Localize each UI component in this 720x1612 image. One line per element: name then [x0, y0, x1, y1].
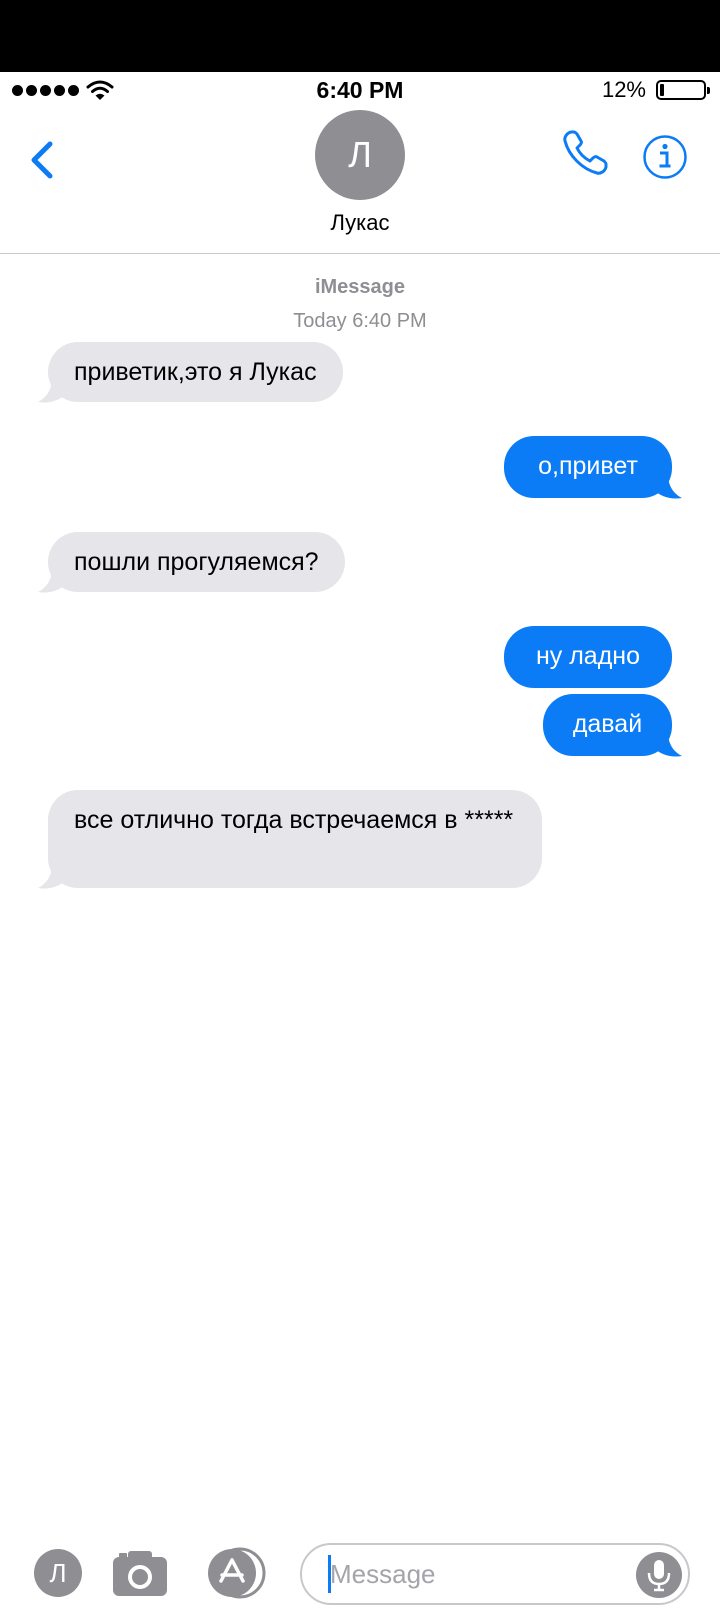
battery-icon [656, 80, 710, 100]
message-bubble-incoming[interactable]: приветик,это я Лукас [48, 342, 343, 402]
app-store-button[interactable] [204, 1547, 272, 1599]
sender-initial: Л [49, 1557, 67, 1588]
message-text: ну ладно [535, 642, 641, 670]
service-label: iMessage [314, 276, 406, 298]
bubble-tail [654, 732, 682, 757]
message-bubble-incoming[interactable]: все отлично тогда встречаемся в ***** [48, 790, 542, 888]
contact-initial: Л [348, 134, 372, 175]
message-bubble-incoming[interactable]: пошли прогуляемся? [48, 532, 345, 592]
top-black-band [0, 0, 720, 72]
phone-icon [563, 130, 608, 175]
message-text: приветик,это я Лукас [74, 358, 317, 386]
bubble-tail [38, 378, 66, 403]
camera-button[interactable] [112, 1549, 168, 1597]
message-text: пошли прогуляемся? [74, 548, 319, 576]
call-button[interactable] [560, 128, 610, 178]
message-input[interactable] [328, 1553, 612, 1595]
message-text: все отлично тогда встречаемся в ***** [74, 806, 514, 834]
conversation-timestamp: Today 6:40 PM [293, 310, 427, 332]
app-store-icon [208, 1547, 266, 1599]
dictation-button[interactable] [636, 1552, 682, 1598]
microphone-icon [647, 1560, 671, 1592]
bubble-tail [654, 474, 682, 499]
info-icon [643, 135, 687, 179]
info-button[interactable] [642, 134, 688, 180]
chevron-left-icon [31, 141, 53, 179]
message-bubble-outgoing[interactable]: о,привет [504, 436, 672, 498]
conversation-header: Л Лукас [0, 110, 720, 254]
battery-percent: 12% [601, 77, 646, 102]
status-bar: 6:40 PM 12% [0, 72, 720, 110]
camera-icon [113, 1551, 167, 1596]
message-bubble-outgoing[interactable]: ну ладно [504, 626, 672, 688]
sender-avatar-button[interactable]: Л [34, 1549, 82, 1597]
composer-bar: Л [0, 1535, 720, 1612]
bubble-tail [38, 864, 66, 889]
message-text: давай [572, 710, 643, 738]
bubble-tail [38, 568, 66, 593]
message-field[interactable] [300, 1543, 690, 1605]
back-button[interactable] [24, 130, 64, 190]
contact-avatar[interactable]: Л [315, 110, 405, 200]
message-text: о,привет [538, 452, 638, 480]
contact-name[interactable]: Лукас [0, 210, 720, 236]
